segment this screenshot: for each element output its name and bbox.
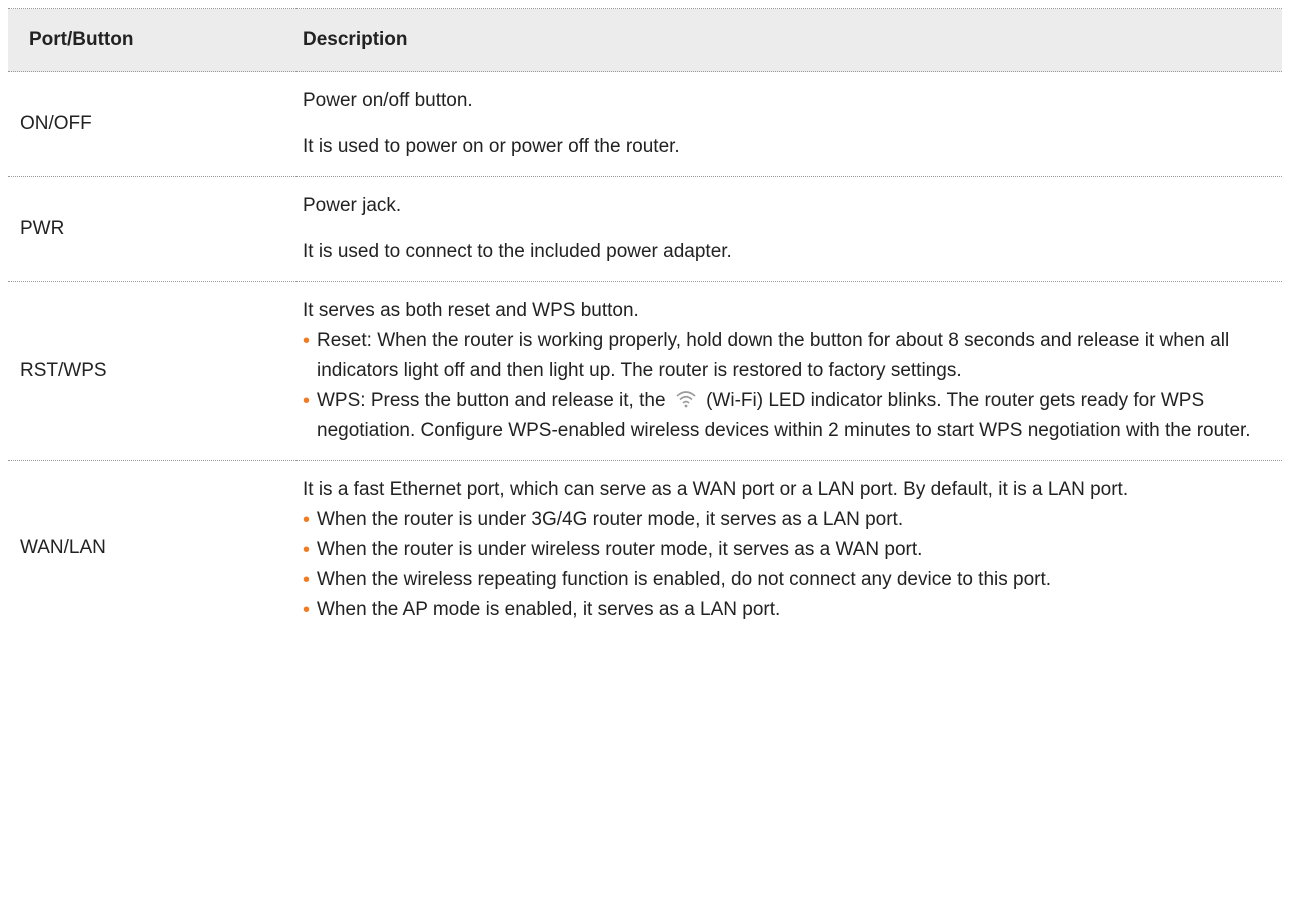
table: Port/Button Description ON/OFF Power on/… (8, 8, 1282, 635)
description-cell: It serves as both reset and WPS button. … (296, 282, 1282, 461)
port-name: WAN/LAN (20, 537, 106, 558)
table-row: PWR Power jack. It is used to connect to… (8, 176, 1282, 282)
bullet-item: • WPS: Press the button and release it, … (303, 386, 1268, 446)
header-description: Description (303, 29, 408, 50)
bullet-item: • When the AP mode is enabled, it serves… (303, 595, 1268, 625)
description-paragraph: It is used to power on or power off the … (303, 136, 680, 157)
table-row: RST/WPS It serves as both reset and WPS … (8, 281, 1282, 461)
bullet-text: When the router is under 3G/4G router mo… (317, 509, 904, 530)
table-header-row: Port/Button Description (8, 8, 1282, 72)
bullet-text: When the wireless repeating function is … (317, 569, 1052, 590)
bullet-text-before-icon: WPS: Press the button and release it, th… (317, 390, 666, 411)
port-button-table: Port/Button Description ON/OFF Power on/… (8, 8, 1282, 635)
table-row: ON/OFF Power on/off button. It is used t… (8, 71, 1282, 177)
bullet-item: • When the router is under wireless rout… (303, 535, 1268, 565)
bullet-item: • When the wireless repeating function i… (303, 565, 1268, 595)
description-paragraph: It is used to connect to the included po… (303, 241, 732, 262)
table-row: WAN/LAN It is a fast Ethernet port, whic… (8, 460, 1282, 636)
bullet-dot-icon: • (303, 509, 311, 531)
bullet-dot-icon: • (303, 599, 311, 621)
bullet-dot-icon: • (303, 390, 311, 412)
description-paragraph: It serves as both reset and WPS button. (303, 300, 639, 321)
bullet-text: When the router is under wireless router… (317, 539, 923, 560)
port-name: PWR (20, 218, 65, 239)
description-cell: Power on/off button. It is used to power… (296, 72, 1282, 177)
bullet-text: When the AP mode is enabled, it serves a… (317, 599, 781, 620)
description-cell: It is a fast Ethernet port, which can se… (296, 461, 1282, 636)
wifi-icon (676, 391, 696, 408)
bullet-item: • When the router is under 3G/4G router … (303, 505, 1268, 535)
bullet-text: Reset: When the router is working proper… (317, 330, 1230, 381)
port-name: ON/OFF (20, 113, 92, 134)
bullet-item: • Reset: When the router is working prop… (303, 326, 1268, 386)
description-paragraph: Power on/off button. (303, 90, 473, 111)
header-port-button: Port/Button (29, 29, 134, 50)
description-cell: Power jack. It is used to connect to the… (296, 177, 1282, 282)
bullet-dot-icon: • (303, 569, 311, 591)
port-name: RST/WPS (20, 360, 107, 381)
bullet-dot-icon: • (303, 539, 311, 561)
description-paragraph: Power jack. (303, 195, 402, 216)
bullet-dot-icon: • (303, 330, 311, 352)
description-paragraph: It is a fast Ethernet port, which can se… (303, 479, 1129, 500)
